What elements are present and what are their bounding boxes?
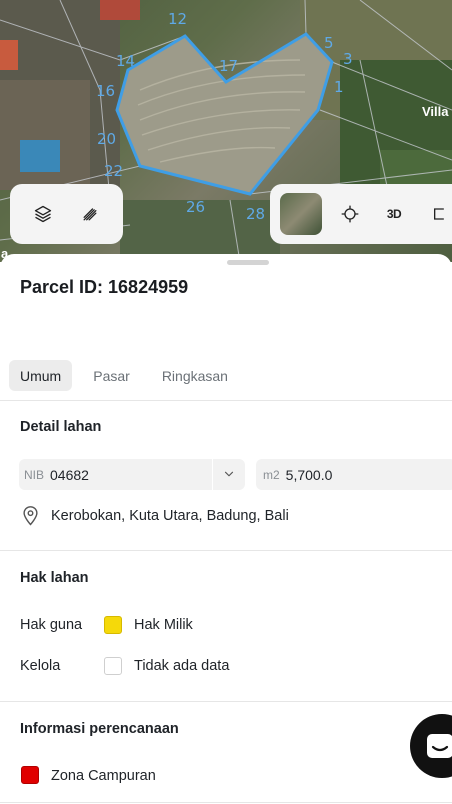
- tab-umum[interactable]: Umum: [9, 360, 73, 391]
- plot-number-label: 17: [219, 57, 239, 75]
- basemap-thumbnail-button[interactable]: [280, 193, 322, 235]
- divider: [0, 550, 452, 551]
- 3d-label: 3D: [386, 207, 402, 221]
- area-prefix: m2: [263, 467, 280, 482]
- locate-button[interactable]: [328, 192, 372, 236]
- planning-section-title: Informasi perencanaan: [20, 721, 179, 737]
- rights-section-title: Hak lahan: [20, 570, 89, 586]
- detail-section-title: Detail lahan: [20, 419, 102, 435]
- tab-bar: Umum Pasar Ringkasan: [9, 360, 239, 391]
- field-separator: [212, 459, 213, 490]
- parcel-detail-sheet: Parcel ID: 16824959 Umum Pasar Ringkasan…: [0, 254, 452, 804]
- crosshair-icon: [341, 205, 359, 223]
- nib-select[interactable]: NIB 04682: [19, 459, 245, 490]
- map-tools-panel: [10, 184, 123, 244]
- map-view-panel: 3D: [270, 184, 452, 244]
- 3d-toggle-button[interactable]: 3D: [372, 192, 416, 236]
- pencil-ruler-icon: [83, 208, 97, 221]
- area-value: 5,700.0: [285, 466, 333, 483]
- parcel-title: Parcel ID: 16824959: [20, 277, 189, 297]
- plot-number-label: 14: [116, 52, 136, 70]
- kelola-swatch: [104, 657, 122, 675]
- place-label: Villa: [422, 104, 449, 119]
- sheet-drag-handle[interactable]: [227, 260, 269, 265]
- plot-number-label: 28: [246, 205, 266, 223]
- location-text: Kerobokan, Kuta Utara, Badung, Bali: [51, 508, 289, 524]
- layers-button[interactable]: [21, 192, 65, 236]
- satellite-map[interactable]: 12 14 16 17 5 3 1 20 22 26 28 Villa a 3D: [0, 0, 452, 262]
- nib-prefix: NIB: [24, 467, 45, 482]
- kelola-label: Kelola: [20, 658, 61, 674]
- hak-guna-label: Hak guna: [20, 617, 83, 633]
- hak-milik-swatch: [104, 616, 122, 634]
- fullscreen-button[interactable]: [416, 192, 452, 236]
- plot-number-label: 22: [104, 162, 124, 180]
- tab-pasar[interactable]: Pasar: [82, 360, 141, 391]
- tab-ringkasan[interactable]: Ringkasan: [151, 360, 239, 391]
- zone-swatch: [21, 766, 39, 784]
- divider: [0, 400, 452, 401]
- plot-number-label: 26: [186, 198, 206, 216]
- zone-label: Zona Campuran: [51, 768, 156, 784]
- divider: [0, 802, 452, 803]
- chevron-down-icon[interactable]: [222, 467, 236, 481]
- area-field: m2 5,700.0: [256, 459, 452, 490]
- plot-number-label: 16: [96, 82, 116, 100]
- plot-number-label: 1: [334, 78, 344, 96]
- layers-icon: [35, 205, 52, 223]
- hak-guna-value: Hak Milik: [134, 617, 193, 633]
- plot-number-label: 20: [97, 130, 117, 148]
- nib-value: 04682: [50, 466, 89, 483]
- plot-number-label: 12: [168, 10, 188, 28]
- location-pin-icon: [23, 506, 38, 526]
- frame-icon: [434, 208, 444, 220]
- location-row: Kerobokan, Kuta Utara, Badung, Bali: [22, 506, 289, 526]
- plot-number-label: 5: [324, 34, 334, 52]
- kelola-value: Tidak ada data: [134, 658, 230, 674]
- chat-icon: [427, 734, 452, 758]
- divider: [0, 701, 452, 702]
- plot-number-label: 3: [343, 50, 353, 68]
- draw-tool-button[interactable]: [68, 192, 112, 236]
